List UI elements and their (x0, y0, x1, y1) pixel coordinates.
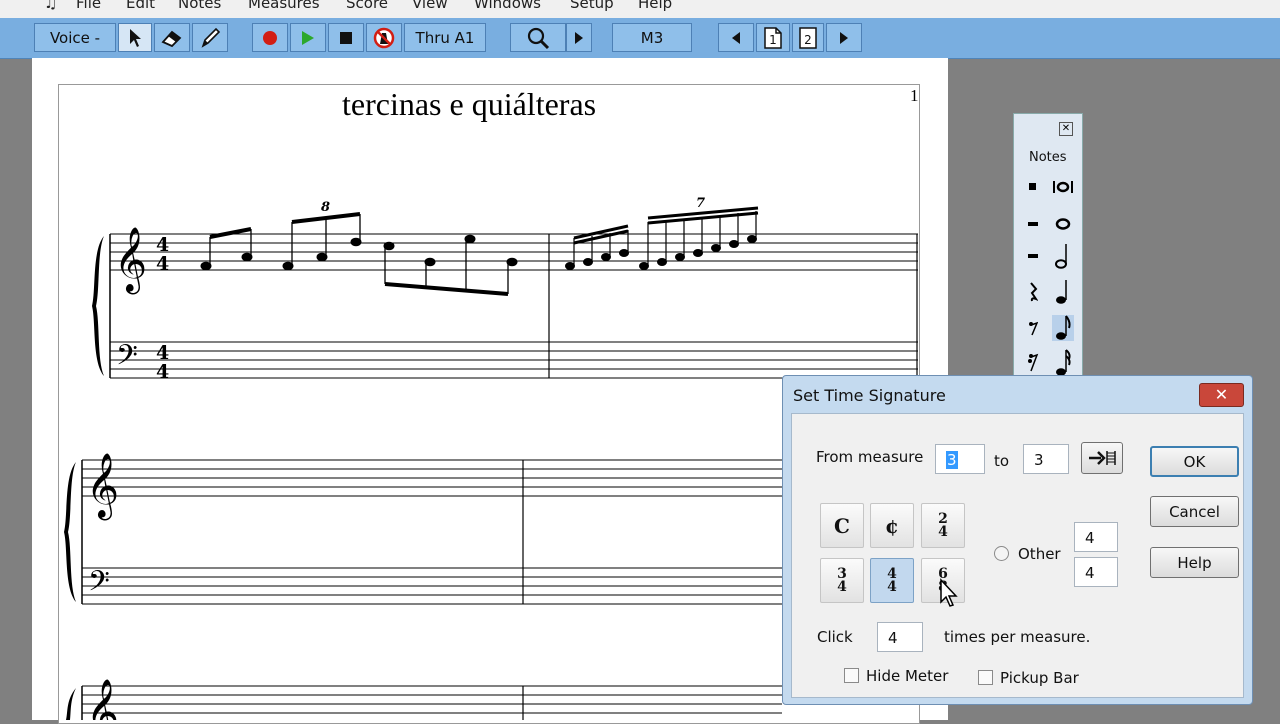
treble-clef-icon: 𝄞 (86, 453, 119, 520)
treble-clef-icon: 𝄞 (86, 679, 119, 720)
to-measure-field[interactable]: 3 (1023, 444, 1069, 474)
tuplet-8-label: 8 (321, 200, 330, 215)
whole-note-button[interactable] (1052, 211, 1074, 237)
cancel-button[interactable]: Cancel (1150, 496, 1239, 527)
quarter-note-button[interactable] (1052, 279, 1074, 305)
eighth-rest-icon (1029, 321, 1038, 336)
double-whole-note-icon (1053, 181, 1073, 193)
tuplet-7-label: 7 (696, 196, 705, 211)
four-four-bottom: 4 (887, 578, 897, 595)
other-label: Other (1018, 545, 1061, 563)
to-end-button[interactable] (1081, 442, 1123, 474)
from-measure-value: 3 (946, 451, 958, 469)
pickup-bar-label: Pickup Bar (1000, 669, 1079, 687)
from-measure-label: From measure (816, 448, 924, 466)
sixteenth-note-button[interactable] (1052, 349, 1074, 376)
dialog-title: Set Time Signature (793, 386, 946, 405)
cut-time-button[interactable]: ¢ (870, 503, 914, 548)
clicks-per-measure-field[interactable]: 4 (877, 622, 923, 652)
bass-staff-system-2 (82, 567, 782, 605)
double-whole-rest-button[interactable] (1022, 174, 1044, 200)
eighth-rest-button[interactable] (1022, 315, 1044, 341)
brace (92, 236, 104, 376)
half-note-button[interactable] (1052, 243, 1074, 269)
treble-staff-system-2 (82, 459, 782, 497)
click-suffix-label: times per measure. (944, 628, 1091, 646)
sixteenth-note-icon (1056, 349, 1071, 376)
notes-measure-2 (565, 206, 759, 270)
brace (64, 462, 76, 602)
sixteenth-rest-icon (1028, 353, 1039, 372)
bass-clef-icon: 𝄢 (116, 339, 138, 379)
mouse-cursor-icon (940, 578, 958, 607)
palette-title: Notes (1029, 150, 1067, 165)
eighth-note-button[interactable] (1052, 315, 1074, 341)
help-button[interactable]: Help (1150, 547, 1239, 578)
treble-clef-icon: 𝄞 (114, 227, 147, 294)
quarter-rest-icon (1030, 282, 1038, 302)
two-four-bottom: 4 (938, 523, 948, 540)
three-four-bottom: 4 (837, 578, 847, 595)
common-time-button[interactable]: C (820, 503, 864, 548)
bass-clef-icon: 𝄢 (88, 565, 110, 605)
two-four-button[interactable]: 24 (921, 503, 965, 548)
whole-rest-button[interactable] (1022, 211, 1044, 237)
treble-staff-system-3 (82, 685, 782, 714)
half-rest-icon (1028, 254, 1038, 258)
three-four-button[interactable]: 34 (820, 558, 864, 603)
close-icon[interactable]: ✕ (1199, 383, 1244, 407)
notes-palette: ✕ Notes (1013, 113, 1083, 378)
from-measure-field[interactable]: 3 (935, 444, 985, 474)
bass-staff-system-1 (110, 341, 918, 379)
half-rest-button[interactable] (1022, 243, 1044, 269)
other-denominator-field[interactable]: 4 (1074, 557, 1118, 587)
pickup-bar-checkbox[interactable] (978, 670, 993, 685)
quarter-note-icon (1056, 280, 1067, 304)
brace (66, 688, 76, 720)
hide-meter-checkbox[interactable] (844, 668, 859, 683)
set-time-signature-dialog: Set Time Signature ✕ From measure 3 to 3… (782, 375, 1253, 705)
double-whole-rest-icon (1029, 183, 1036, 190)
click-label: Click (817, 628, 853, 646)
palette-close-icon[interactable]: ✕ (1059, 122, 1073, 136)
time-sig-bottom: 4 (156, 253, 169, 275)
ok-button[interactable]: OK (1150, 446, 1239, 477)
whole-note-icon (1055, 218, 1071, 230)
time-sig-bottom: 4 (156, 361, 169, 383)
quarter-rest-button[interactable] (1022, 279, 1044, 305)
sixteenth-rest-button[interactable] (1022, 349, 1044, 375)
four-four-button[interactable]: 44 (870, 558, 914, 603)
half-note-icon (1055, 244, 1067, 269)
hide-meter-label: Hide Meter (866, 667, 949, 685)
arrow-to-end-icon (1089, 451, 1116, 465)
to-label: to (994, 452, 1010, 470)
double-whole-note-button[interactable] (1052, 174, 1074, 200)
eighth-note-icon (1056, 315, 1071, 340)
other-radio[interactable] (994, 546, 1009, 561)
whole-rest-icon (1028, 222, 1038, 226)
other-numerator-field[interactable]: 4 (1074, 522, 1118, 552)
notes-measure-1 (200, 212, 518, 296)
